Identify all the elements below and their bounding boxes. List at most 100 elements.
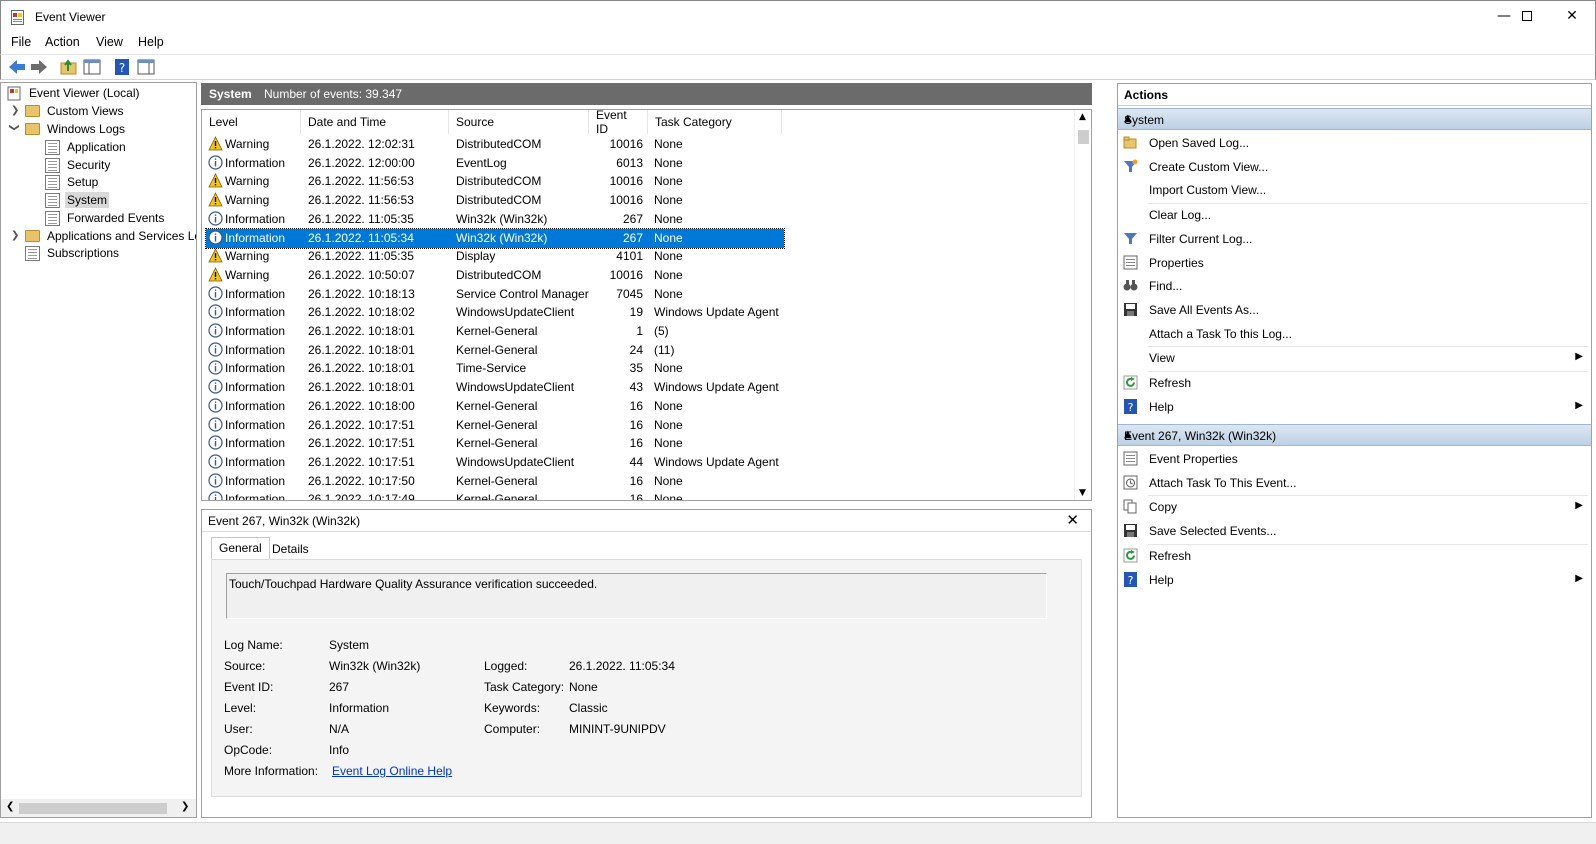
table-row[interactable]: Information 26.1.2022. 10:18:01 Time-Servi… <box>206 359 784 378</box>
menu-file[interactable]: File <box>11 35 31 49</box>
event-message[interactable]: Touch/Touchpad Hardware Quality Assuranc… <box>226 573 1047 619</box>
log-name-title: System <box>209 87 252 101</box>
event-action-event-properties[interactable]: Event Properties <box>1118 447 1591 471</box>
show-hide-console-tree-icon[interactable] <box>82 58 102 76</box>
chevron-down-icon[interactable]: ❯ <box>9 123 20 131</box>
chevron-right-icon[interactable]: ❯ <box>11 230 19 241</box>
table-row[interactable]: Information 26.1.2022. 10:18:13 Service Co… <box>206 285 784 304</box>
system-action-save-all-events-as[interactable]: Save All Events As... <box>1118 298 1591 322</box>
system-action-import-custom-view[interactable]: Import Custom View... <box>1118 178 1591 202</box>
up-folder-icon[interactable] <box>59 58 79 76</box>
table-row[interactable]: Information 26.1.2022. 10:17:50 Kernel-Gen… <box>206 472 784 491</box>
tree-custom-views[interactable]: Custom Views <box>25 102 125 120</box>
tree-root-event-viewer[interactable]: Event Viewer (Local) <box>7 84 142 102</box>
scroll-up-icon[interactable]: ▲ <box>1079 112 1086 122</box>
value-task-category: None <box>569 680 598 694</box>
event-action-save-selected-events[interactable]: Save Selected Events... <box>1118 519 1591 543</box>
cell-level: Information <box>225 342 286 357</box>
show-hide-action-pane-icon[interactable] <box>136 58 156 76</box>
table-row[interactable]: Information 26.1.2022. 12:00:00 EventLog 60… <box>206 154 784 173</box>
submenu-arrow-icon: ▶ <box>1575 351 1583 363</box>
event-log-online-help-link[interactable]: Event Log Online Help <box>332 764 452 778</box>
table-row[interactable]: Warning 26.1.2022. 11:05:35 Display 4101 Non… <box>206 247 784 266</box>
menu-bar: File Action View Help <box>0 32 1596 54</box>
actions-section-system[interactable]: System ▲ <box>1118 108 1591 130</box>
column-header-source[interactable]: Source <box>449 110 589 134</box>
system-action-filter-current-log[interactable]: Filter Current Log... <box>1118 227 1591 251</box>
cell-event-id: 10016 <box>609 267 643 282</box>
scroll-left-icon[interactable]: ❮ <box>6 801 14 812</box>
table-row[interactable]: Information 26.1.2022. 10:18:02 WindowsUpd… <box>206 303 784 322</box>
system-action-help[interactable]: ? Help ▶ <box>1118 395 1591 419</box>
column-header-level[interactable]: Level <box>202 110 301 134</box>
binoculars-icon <box>1123 278 1138 293</box>
table-row[interactable]: Information 26.1.2022. 10:18:01 WindowsUpd… <box>206 378 784 397</box>
table-row[interactable]: Information 26.1.2022. 11:05:34 Win32k (Wi… <box>205 227 785 249</box>
table-row[interactable]: Information 26.1.2022. 10:17:49 Kernel-Gen… <box>206 490 784 500</box>
table-row[interactable]: Information 26.1.2022. 10:17:51 WindowsUpd… <box>206 453 784 472</box>
event-action-refresh[interactable]: Refresh <box>1118 544 1591 568</box>
properties-icon <box>1123 255 1138 270</box>
table-row[interactable]: Information 26.1.2022. 10:17:51 Kernel-Gen… <box>206 434 784 453</box>
log-icon <box>45 157 60 173</box>
event-action-copy[interactable]: Copy ▶ <box>1118 495 1591 519</box>
menu-view[interactable]: View <box>96 35 123 49</box>
table-row[interactable]: Information 26.1.2022. 10:18:01 Kernel-Gen… <box>206 322 784 341</box>
table-row[interactable]: Warning 26.1.2022. 11:56:53 DistributedCOM… <box>206 191 784 210</box>
properties-icon <box>1123 451 1138 466</box>
system-action-find[interactable]: Find... <box>1118 274 1591 298</box>
column-header-task-category[interactable]: Task Category <box>648 110 782 134</box>
forward-icon[interactable] <box>29 58 49 76</box>
cell-source: Kernel-General <box>456 436 538 451</box>
tree-windows-logs[interactable]: Windows Logs <box>25 120 127 138</box>
system-action-open-saved-log[interactable]: Open Saved Log... <box>1118 131 1591 155</box>
system-action-clear-log[interactable]: Clear Log... <box>1118 203 1591 227</box>
system-action-view[interactable]: View ▶ <box>1118 346 1591 370</box>
table-row[interactable]: Warning 26.1.2022. 12:02:31 DistributedCOM… <box>206 135 784 154</box>
table-row[interactable]: Information 26.1.2022. 10:18:01 Kernel-Gen… <box>206 341 784 360</box>
table-row[interactable]: Information 26.1.2022. 10:17:51 Kernel-Gen… <box>206 416 784 435</box>
table-row[interactable]: Information 26.1.2022. 10:18:00 Kernel-Gen… <box>206 397 784 416</box>
table-row[interactable]: Warning 26.1.2022. 10:50:07 DistributedCOM… <box>206 266 784 285</box>
back-icon[interactable] <box>7 58 27 76</box>
scrollbar-thumb[interactable] <box>1078 130 1089 144</box>
table-row[interactable]: Information 26.1.2022. 11:05:35 Win32k (Wi… <box>206 210 784 229</box>
tree-log-system[interactable]: System <box>45 191 110 209</box>
cell-source: Win32k (Win32k) <box>456 230 548 245</box>
scroll-down-icon[interactable]: ▼ <box>1079 488 1086 498</box>
tree-applications-services-logs[interactable]: Applications and Services Lo <box>25 227 196 245</box>
column-header-date[interactable]: Date and Time <box>301 110 449 134</box>
cell-level: Information <box>225 361 286 376</box>
cell-date: 26.1.2022. 10:18:00 <box>308 398 415 413</box>
event-action-attach-task-to-this-event[interactable]: Attach Task To This Event... <box>1118 471 1591 495</box>
scroll-right-icon[interactable]: ❯ <box>181 801 189 812</box>
event-action-help[interactable]: ? Help ▶ <box>1118 568 1591 592</box>
tree-log-security[interactable]: Security <box>45 156 112 174</box>
table-row[interactable]: Warning 26.1.2022. 11:56:53 DistributedCOM… <box>206 172 784 191</box>
tab-details[interactable]: Details <box>265 539 316 561</box>
close-icon[interactable]: ✕ <box>1549 1 1595 31</box>
close-detail-icon[interactable]: ✕ <box>1066 511 1079 529</box>
cell-date: 26.1.2022. 10:17:50 <box>308 473 415 488</box>
system-action-properties[interactable]: Properties <box>1118 251 1591 275</box>
chevron-right-icon[interactable]: ❯ <box>11 105 19 116</box>
tree-horizontal-scrollbar[interactable]: ❮ ❯ <box>1 799 196 817</box>
collapse-up-icon[interactable]: ▲ <box>1124 113 1583 124</box>
event-list-scrollbar[interactable]: ▲ ▼ <box>1074 110 1091 500</box>
system-action-create-custom-view[interactable]: Create Custom View... <box>1118 155 1591 179</box>
column-header-event-id[interactable]: Event ID <box>589 110 648 136</box>
menu-help[interactable]: Help <box>138 35 164 49</box>
tree-subscriptions[interactable]: Subscriptions <box>25 244 121 262</box>
actions-section-event[interactable]: Event 267, Win32k (Win32k) ▲ <box>1118 424 1591 446</box>
system-action-attach-a-task-to-this-log[interactable]: Attach a Task To this Log... <box>1118 322 1591 346</box>
help-icon[interactable]: ? <box>112 58 132 76</box>
menu-action[interactable]: Action <box>45 35 80 49</box>
collapse-up-icon[interactable]: ▲ <box>1124 429 1583 440</box>
maximize-icon[interactable] <box>1504 1 1550 31</box>
tree-log-setup[interactable]: Setup <box>45 173 100 191</box>
tree-log-forwarded-events[interactable]: Forwarded Events <box>45 209 166 227</box>
system-action-refresh[interactable]: Refresh <box>1118 371 1591 395</box>
tree-log-application[interactable]: Application <box>45 138 128 156</box>
tab-general[interactable]: General <box>211 537 270 559</box>
scrollbar-thumb[interactable] <box>19 803 167 814</box>
